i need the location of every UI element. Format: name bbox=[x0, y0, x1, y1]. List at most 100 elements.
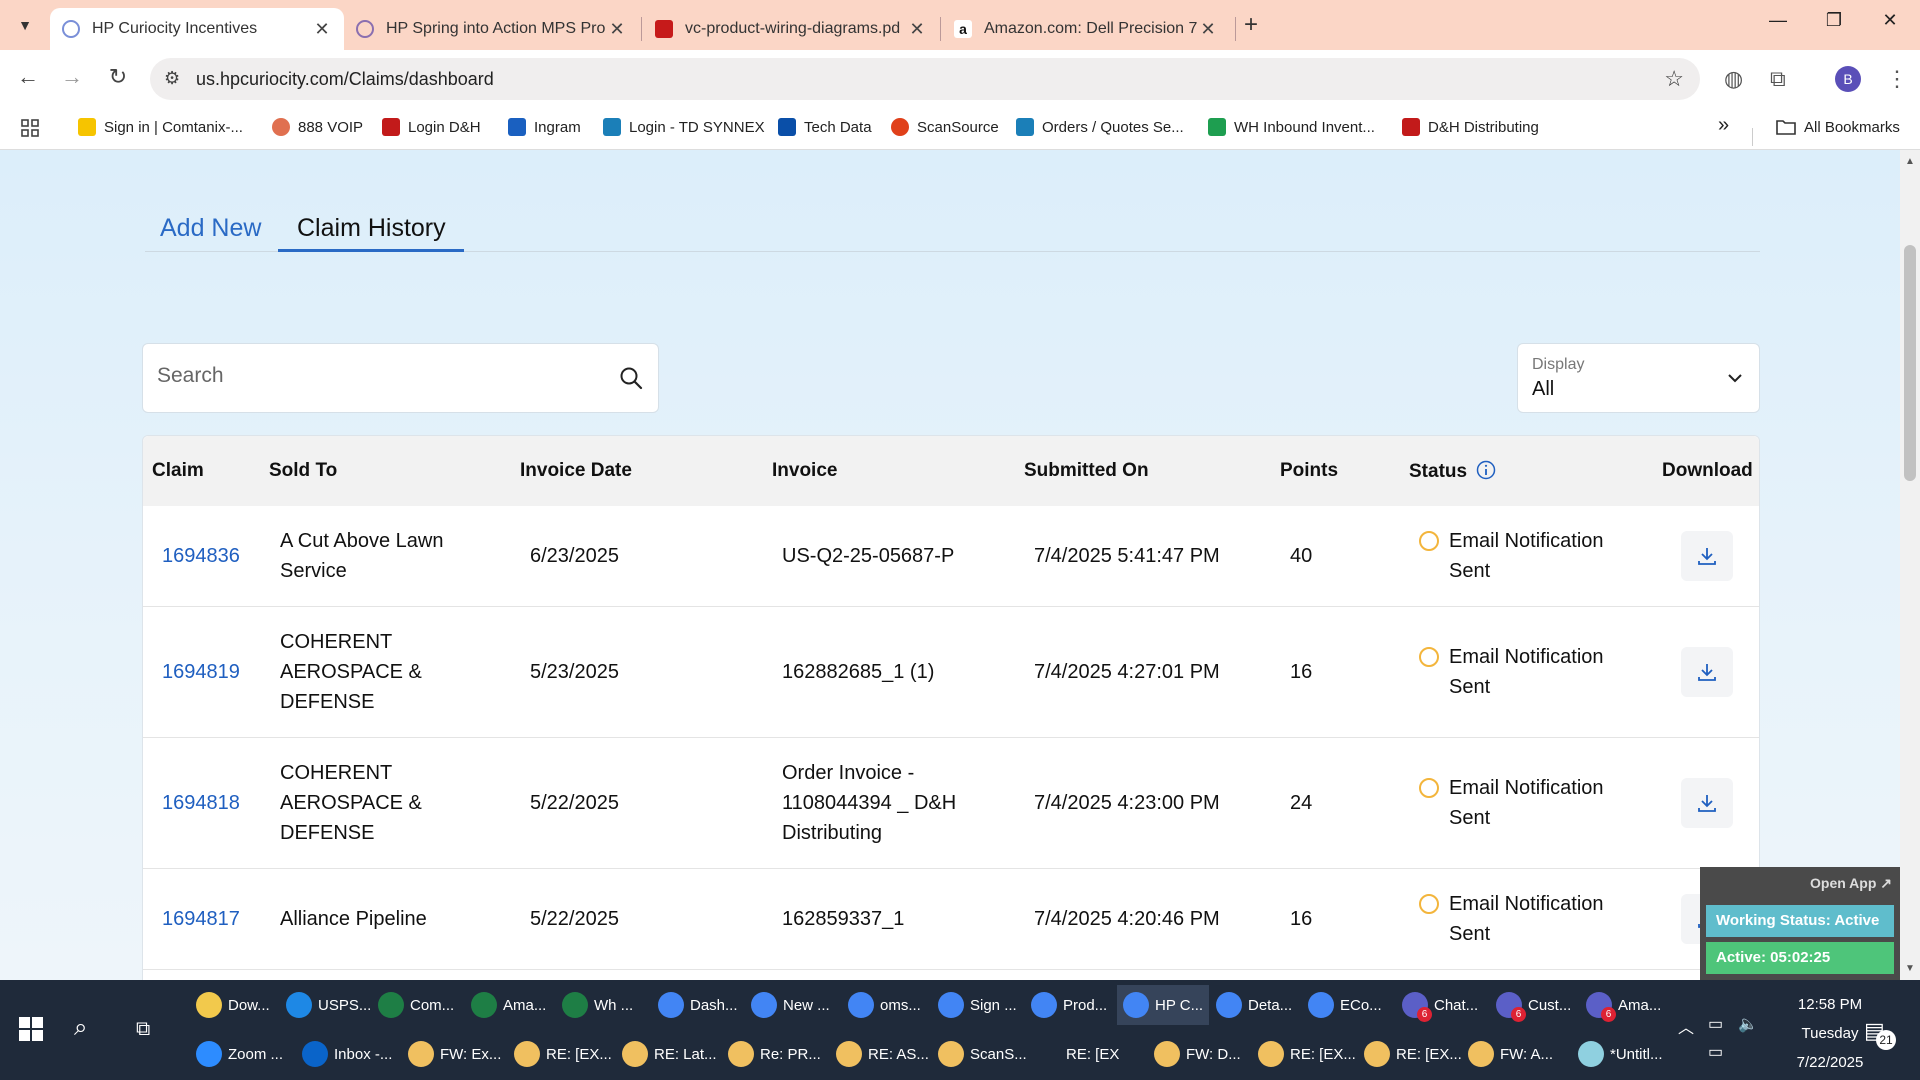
page-scrollbar[interactable]: ▲ ▼ bbox=[1900, 150, 1920, 980]
header-invoice-date[interactable]: Invoice Date bbox=[520, 460, 632, 482]
claim-link[interactable]: 1694836 bbox=[162, 541, 240, 571]
tab-add-new[interactable]: Add New bbox=[160, 214, 261, 243]
show-hidden-icons-icon[interactable]: ︿ bbox=[1678, 1014, 1694, 1038]
header-submitted-on[interactable]: Submitted On bbox=[1024, 460, 1149, 482]
bookmark-888-voip[interactable]: 888 VOIP bbox=[272, 118, 363, 136]
taskbar-app-button[interactable]: 6 Cust... bbox=[1490, 985, 1577, 1025]
close-tab-icon[interactable]: ✕ bbox=[312, 19, 332, 40]
taskbar-app-button[interactable]: RE: [EX... bbox=[508, 1034, 618, 1074]
restore-icon[interactable]: ❐ bbox=[1814, 10, 1854, 31]
header-claim[interactable]: Claim bbox=[152, 460, 204, 482]
bookmark-comtanix[interactable]: Sign in | Comtanix-... bbox=[78, 118, 243, 136]
taskbar-app-button[interactable]: Inbox -... bbox=[296, 1034, 398, 1074]
windows-start-icon[interactable] bbox=[18, 1016, 44, 1042]
taskbar-app-button[interactable]: RE: AS... bbox=[830, 1034, 935, 1074]
minimize-icon[interactable]: — bbox=[1758, 10, 1798, 31]
taskbar-app-button[interactable]: Deta... bbox=[1210, 985, 1298, 1025]
bookmark-scansource[interactable]: ScanSource bbox=[891, 118, 999, 136]
bookmark-login-dh[interactable]: Login D&H bbox=[382, 118, 481, 136]
taskbar-app-button[interactable]: HP C... bbox=[1117, 985, 1210, 1025]
reload-icon[interactable]: ↻ bbox=[102, 64, 134, 90]
taskbar-app-button[interactable]: oms... bbox=[842, 985, 927, 1025]
taskbar-app-button[interactable]: USPS... bbox=[280, 985, 377, 1025]
taskbar-app-button[interactable]: 6 Ama... bbox=[1580, 985, 1667, 1025]
download-button[interactable] bbox=[1681, 778, 1733, 828]
header-status[interactable]: Status bbox=[1409, 460, 1496, 483]
taskbar-app-button[interactable]: FW: Ex... bbox=[402, 1034, 507, 1074]
more-bookmarks-icon[interactable]: » bbox=[1718, 114, 1729, 137]
claim-link[interactable]: 1694817 bbox=[162, 904, 240, 934]
taskbar-app-button[interactable]: RE: Lat... bbox=[616, 1034, 723, 1074]
taskbar-app-button[interactable]: FW: D... bbox=[1148, 1034, 1247, 1074]
network-icon[interactable]: ▭ bbox=[1708, 1042, 1723, 1062]
taskbar-app-button[interactable]: *Untitl... bbox=[1572, 1034, 1669, 1074]
site-info-icon[interactable]: ⚙ bbox=[164, 68, 180, 89]
task-view-icon[interactable]: ⧉ bbox=[136, 1018, 150, 1041]
volume-icon[interactable]: 🔈 bbox=[1738, 1014, 1758, 1034]
header-points[interactable]: Points bbox=[1280, 460, 1338, 482]
apps-grid-icon[interactable] bbox=[20, 118, 40, 138]
taskbar-app-button[interactable]: Re: PR... bbox=[722, 1034, 827, 1074]
tab-claim-history[interactable]: Claim History bbox=[297, 214, 446, 243]
menu-kebab-icon[interactable]: ⋮ bbox=[1886, 66, 1908, 92]
bookmark-orders-quotes[interactable]: Orders / Quotes Se... bbox=[1016, 118, 1184, 136]
all-bookmarks[interactable]: All Bookmarks bbox=[1776, 118, 1900, 136]
scroll-up-icon[interactable]: ▲ bbox=[1905, 156, 1915, 167]
bookmark-td-synnex[interactable]: Login - TD SYNNEX bbox=[603, 118, 765, 136]
new-tab-button[interactable]: + bbox=[1244, 11, 1258, 39]
scrollbar-thumb[interactable] bbox=[1904, 245, 1916, 481]
header-sold-to[interactable]: Sold To bbox=[269, 460, 337, 482]
taskbar-app-button[interactable]: ScanS... bbox=[932, 1034, 1033, 1074]
info-icon[interactable] bbox=[1476, 460, 1496, 480]
tab-hp-spring[interactable]: HP Spring into Action MPS Pro ✕ bbox=[344, 8, 639, 50]
taskbar-app-button[interactable]: Com... bbox=[372, 985, 460, 1025]
forward-arrow-icon[interactable]: → bbox=[56, 64, 88, 90]
taskbar-app-button[interactable]: Ama... bbox=[465, 985, 552, 1025]
taskbar-app-button[interactable]: Sign ... bbox=[932, 985, 1023, 1025]
bookmark-tech-data[interactable]: Tech Data bbox=[778, 118, 872, 136]
close-window-icon[interactable]: ✕ bbox=[1870, 10, 1910, 31]
close-tab-icon[interactable]: ✕ bbox=[1198, 19, 1218, 40]
taskbar-app-button[interactable]: RE: [EX... bbox=[1252, 1034, 1362, 1074]
header-download[interactable]: Download bbox=[1662, 460, 1753, 482]
tab-hp-curiocity[interactable]: HP Curiocity Incentives ✕ bbox=[50, 8, 344, 50]
taskbar-app-button[interactable]: FW: A... bbox=[1462, 1034, 1559, 1074]
taskbar-app-button[interactable]: Prod... bbox=[1025, 985, 1113, 1025]
taskbar-app-button[interactable]: Dow... bbox=[190, 985, 276, 1025]
open-app-link[interactable]: Open App ↗ bbox=[1810, 875, 1892, 892]
claim-link[interactable]: 1694818 bbox=[162, 788, 240, 818]
bookmark-dh-distributing[interactable]: D&H Distributing bbox=[1402, 118, 1539, 136]
bookmark-wh-inbound[interactable]: WH Inbound Invent... bbox=[1208, 118, 1375, 136]
address-bar[interactable]: ⚙ us.hpcuriocity.com/Claims/dashboard ☆ bbox=[150, 58, 1700, 100]
download-button[interactable] bbox=[1681, 531, 1733, 581]
taskbar-app-button[interactable]: 6 Chat... bbox=[1396, 985, 1484, 1025]
bookmark-ingram[interactable]: Ingram bbox=[508, 118, 581, 136]
display-filter-select[interactable]: Display All bbox=[1517, 343, 1760, 413]
tab-wiring-diagrams-pdf[interactable]: vc-product-wiring-diagrams.pd ✕ bbox=[643, 8, 939, 50]
profile-avatar[interactable]: B bbox=[1835, 66, 1861, 92]
taskbar-app-button[interactable]: Wh ... bbox=[556, 985, 639, 1025]
search-icon[interactable]: ⌕ bbox=[74, 1014, 87, 1042]
battery-icon[interactable]: ▭ bbox=[1708, 1014, 1723, 1034]
back-arrow-icon[interactable]: ← bbox=[12, 64, 44, 90]
taskbar-app-button[interactable]: RE: [EX bbox=[1060, 1034, 1125, 1074]
url-text[interactable]: us.hpcuriocity.com/Claims/dashboard bbox=[196, 69, 494, 90]
tab-search-button[interactable]: ▼ bbox=[8, 10, 42, 40]
taskbar-app-button[interactable]: ECo... bbox=[1302, 985, 1388, 1025]
scroll-down-icon[interactable]: ▼ bbox=[1905, 963, 1915, 974]
taskbar-app-button[interactable]: Zoom ... bbox=[190, 1034, 289, 1074]
bookmark-star-icon[interactable]: ☆ bbox=[1664, 66, 1684, 92]
header-invoice[interactable]: Invoice bbox=[772, 460, 837, 482]
extensions-icon[interactable]: ⧉ bbox=[1770, 66, 1786, 92]
claim-link[interactable]: 1694819 bbox=[162, 657, 240, 687]
taskbar-app-button[interactable]: New ... bbox=[745, 985, 836, 1025]
search-icon[interactable] bbox=[618, 365, 644, 391]
download-button[interactable] bbox=[1681, 647, 1733, 697]
close-tab-icon[interactable]: ✕ bbox=[907, 19, 927, 40]
search-input[interactable] bbox=[157, 364, 597, 388]
close-tab-icon[interactable]: ✕ bbox=[607, 19, 627, 40]
tab-amazon[interactable]: a Amazon.com: Dell Precision 77 ✕ bbox=[942, 8, 1230, 50]
taskbar-app-button[interactable]: RE: [EX... bbox=[1358, 1034, 1468, 1074]
translate-icon[interactable]: ◍ bbox=[1724, 66, 1743, 92]
taskbar-app-button[interactable]: Dash... bbox=[652, 985, 744, 1025]
